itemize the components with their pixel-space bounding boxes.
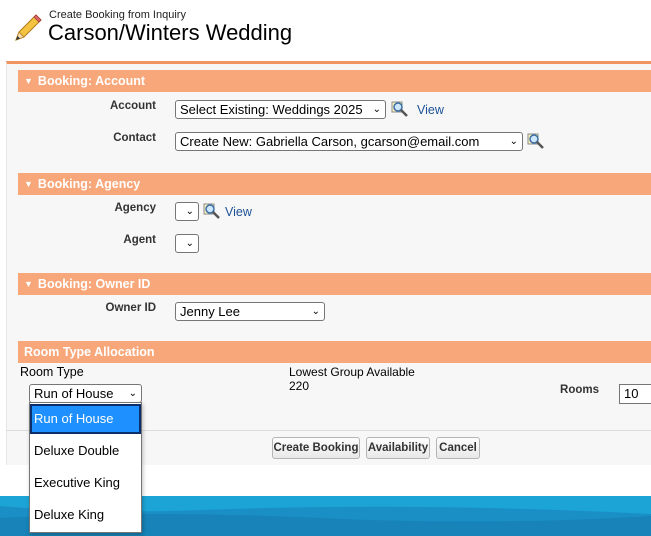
dropdown-option-run-of-house[interactable]: Run of House bbox=[30, 404, 141, 434]
agent-select[interactable]: ⌄ bbox=[175, 234, 199, 253]
chevron-down-icon: ⌄ bbox=[185, 238, 194, 249]
chevron-down-icon: ⌄ bbox=[509, 136, 518, 147]
contact-select[interactable]: Create New: Gabriella Carson, gcarson@em… bbox=[175, 132, 523, 151]
rooms-label: Rooms bbox=[560, 384, 599, 396]
cancel-button[interactable]: Cancel bbox=[436, 437, 480, 459]
room-type-select[interactable]: Run of House ⌄ bbox=[29, 384, 142, 403]
contact-label: Contact bbox=[113, 132, 156, 144]
section-header-room-type: Room Type Allocation bbox=[18, 341, 651, 363]
section-header-owner[interactable]: ▼ Booking: Owner ID bbox=[18, 273, 651, 295]
pencil-icon bbox=[15, 14, 42, 41]
chevron-down-icon: ⌄ bbox=[185, 206, 194, 217]
owner-id-select[interactable]: Jenny Lee ⌄ bbox=[175, 302, 325, 321]
dropdown-option-executive-king[interactable]: Executive King bbox=[30, 468, 141, 498]
dropdown-option-deluxe-double[interactable]: Deluxe Double bbox=[30, 436, 141, 466]
lookup-magnifier-icon[interactable] bbox=[391, 100, 409, 118]
lowest-group-value: 220 bbox=[289, 379, 310, 393]
collapse-triangle-icon[interactable]: ▼ bbox=[24, 70, 33, 92]
chevron-down-icon: ⌄ bbox=[311, 306, 320, 317]
dropdown-option-deluxe-king[interactable]: Deluxe King bbox=[30, 500, 141, 530]
rooms-input[interactable]: 10 bbox=[619, 384, 651, 404]
availability-button[interactable]: Availability bbox=[366, 437, 430, 459]
agent-label: Agent bbox=[123, 234, 156, 246]
owner-id-label: Owner ID bbox=[105, 302, 156, 314]
create-booking-button[interactable]: Create Booking bbox=[272, 437, 360, 459]
chevron-down-icon: ⌄ bbox=[372, 104, 381, 115]
lookup-magnifier-icon[interactable] bbox=[203, 202, 221, 220]
account-select[interactable]: Select Existing: Weddings 2025 ⌄ bbox=[175, 100, 386, 119]
page-title: Carson/Winters Wedding bbox=[48, 20, 293, 45]
agency-select[interactable]: ⌄ bbox=[175, 202, 199, 221]
account-view-link[interactable]: View bbox=[417, 103, 444, 117]
agency-label: Agency bbox=[114, 202, 156, 214]
agency-view-link[interactable]: View bbox=[225, 205, 252, 219]
room-type-dropdown-list: Run of House Deluxe Double Executive Kin… bbox=[29, 402, 142, 533]
page-header: Create Booking from Inquiry Carson/Winte… bbox=[0, 0, 651, 62]
lowest-group-label: Lowest Group Available bbox=[289, 365, 415, 379]
account-label: Account bbox=[110, 100, 156, 112]
collapse-triangle-icon[interactable]: ▼ bbox=[24, 273, 33, 295]
lookup-magnifier-icon[interactable] bbox=[527, 132, 545, 150]
section-header-agency[interactable]: ▼ Booking: Agency bbox=[18, 173, 651, 195]
section-header-account[interactable]: ▼ Booking: Account bbox=[18, 70, 651, 92]
chevron-down-icon: ⌄ bbox=[128, 388, 137, 399]
collapse-triangle-icon[interactable]: ▼ bbox=[24, 173, 33, 195]
room-type-label: Room Type bbox=[20, 365, 84, 379]
